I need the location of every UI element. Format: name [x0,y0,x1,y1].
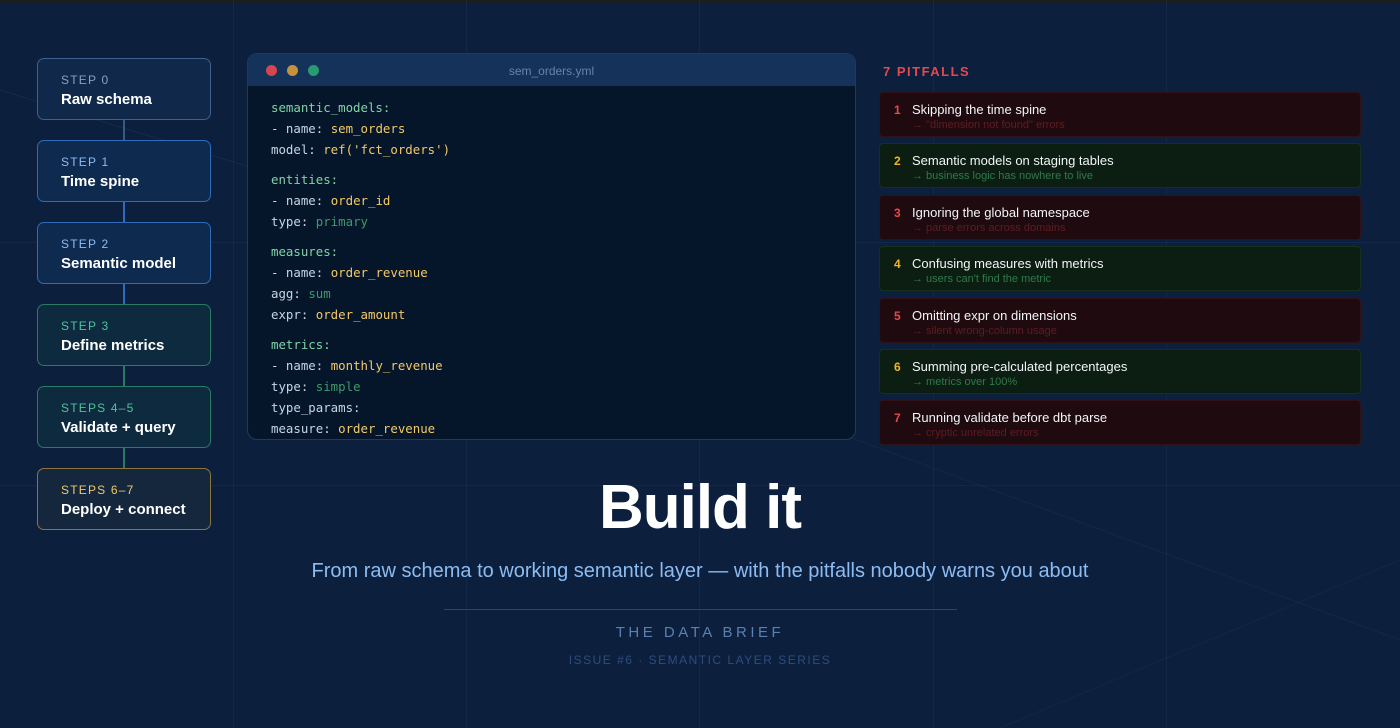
pitfall-title: Omitting expr on dimensions [912,308,1077,323]
pitfall-title: Ignoring the global namespace [912,205,1090,220]
code-line: measure: order_revenue [271,421,436,436]
pitfall-item-5[interactable]: 5 Omitting expr on dimensions → silent w… [879,298,1361,343]
pitfall-number: 3 [894,206,901,220]
code-line: type: simple [271,379,361,394]
code-line: entities: [271,172,339,187]
pitfall-consequence: → parse errors across domains [912,222,1066,234]
code-line: metrics: [271,337,331,352]
hero-title: Build it [598,473,802,542]
code-line: - name: order_id [271,193,391,208]
code-line: measures: [271,244,339,259]
pitfall-number: 2 [894,154,901,168]
step-label: STEP 0 [61,73,110,87]
step-title: Semantic model [61,255,177,272]
step-title: Define metrics [61,337,165,354]
step-label: STEP 3 [61,319,110,333]
code-line: - name: monthly_revenue [271,358,443,373]
pitfall-title: Running validate before dbt parse [912,410,1108,425]
pitfall-item-7[interactable]: 7 Running validate before dbt parse → cr… [879,400,1361,445]
issue-label: ISSUE #6 · SEMANTIC LAYER SERIES [568,653,832,667]
pitfall-item-4[interactable]: 4 Confusing measures with metrics → user… [879,246,1361,291]
code-line: expr: order_amount [271,307,406,322]
pitfall-consequence: → metrics over 100% [912,376,1018,388]
code-line: type_params: [271,400,361,415]
step-card-1[interactable]: STEP 1 Time spine [37,140,211,202]
code-window: sem_orders.yml semantic_models: - name: … [247,53,856,440]
hero-subtitle: From raw schema to working semantic laye… [311,560,1089,582]
brand-name: THE DATA BRIEF [615,624,785,641]
step-title: Time spine [61,173,140,190]
step-connector [123,202,125,222]
pitfall-item-3[interactable]: 3 Ignoring the global namespace → parse … [879,195,1361,240]
code-line: agg: sum [271,286,331,301]
step-label: STEP 1 [61,155,110,169]
code-line: - name: order_revenue [271,265,428,280]
code-line: model: ref('fct_orders') [271,142,451,157]
code-line: type: primary [271,214,368,229]
code-line: semantic_models: [271,100,391,115]
code-filename: sem_orders.yml [508,64,595,78]
pitfall-number: 7 [894,411,901,425]
divider [444,609,957,610]
step-connector [123,284,125,304]
step-card-4[interactable]: STEPS 4–5 Validate + query [37,386,211,448]
code-window-titlebar: sem_orders.yml [248,54,855,86]
pitfall-title: Skipping the time spine [912,102,1047,117]
pitfall-number: 4 [894,257,901,271]
pitfalls-heading: 7 PITFALLS [883,64,971,79]
step-card-3[interactable]: STEP 3 Define metrics [37,304,211,366]
pitfall-item-2[interactable]: 2 Semantic models on staging tables → bu… [879,143,1361,188]
step-connector [123,448,125,468]
pitfall-title: Summing pre-calculated percentages [912,359,1128,374]
pitfall-title: Semantic models on staging tables [912,153,1114,168]
pitfall-consequence: → users can't find the metric [912,273,1052,285]
step-label: STEP 2 [61,237,110,251]
pitfall-number: 6 [894,360,901,374]
step-card-0[interactable]: STEP 0 Raw schema [37,58,211,120]
step-label: STEPS 4–5 [61,401,135,415]
step-card-2[interactable]: STEP 2 Semantic model [37,222,211,284]
pitfall-consequence: → silent wrong-column usage [912,325,1057,337]
pitfall-title: Confusing measures with metrics [912,256,1104,271]
code-body: semantic_models: - name: sem_orders mode… [248,86,855,439]
pitfall-item-6[interactable]: 6 Summing pre-calculated percentages → m… [879,349,1361,394]
pitfall-consequence: → business logic has nowhere to live [912,170,1093,182]
step-connector [123,366,125,386]
pitfall-item-1[interactable]: 1 Skipping the time spine → "dimension n… [879,92,1361,137]
step-title: Validate + query [61,419,176,436]
pitfall-number: 5 [894,309,901,323]
pitfall-number: 1 [894,103,901,117]
step-connector [123,120,125,140]
step-title: Raw schema [61,91,152,108]
pitfall-consequence: → cryptic unrelated errors [912,427,1039,439]
pitfall-consequence: → "dimension not found" errors [912,119,1065,131]
code-line: - name: sem_orders [271,121,406,136]
